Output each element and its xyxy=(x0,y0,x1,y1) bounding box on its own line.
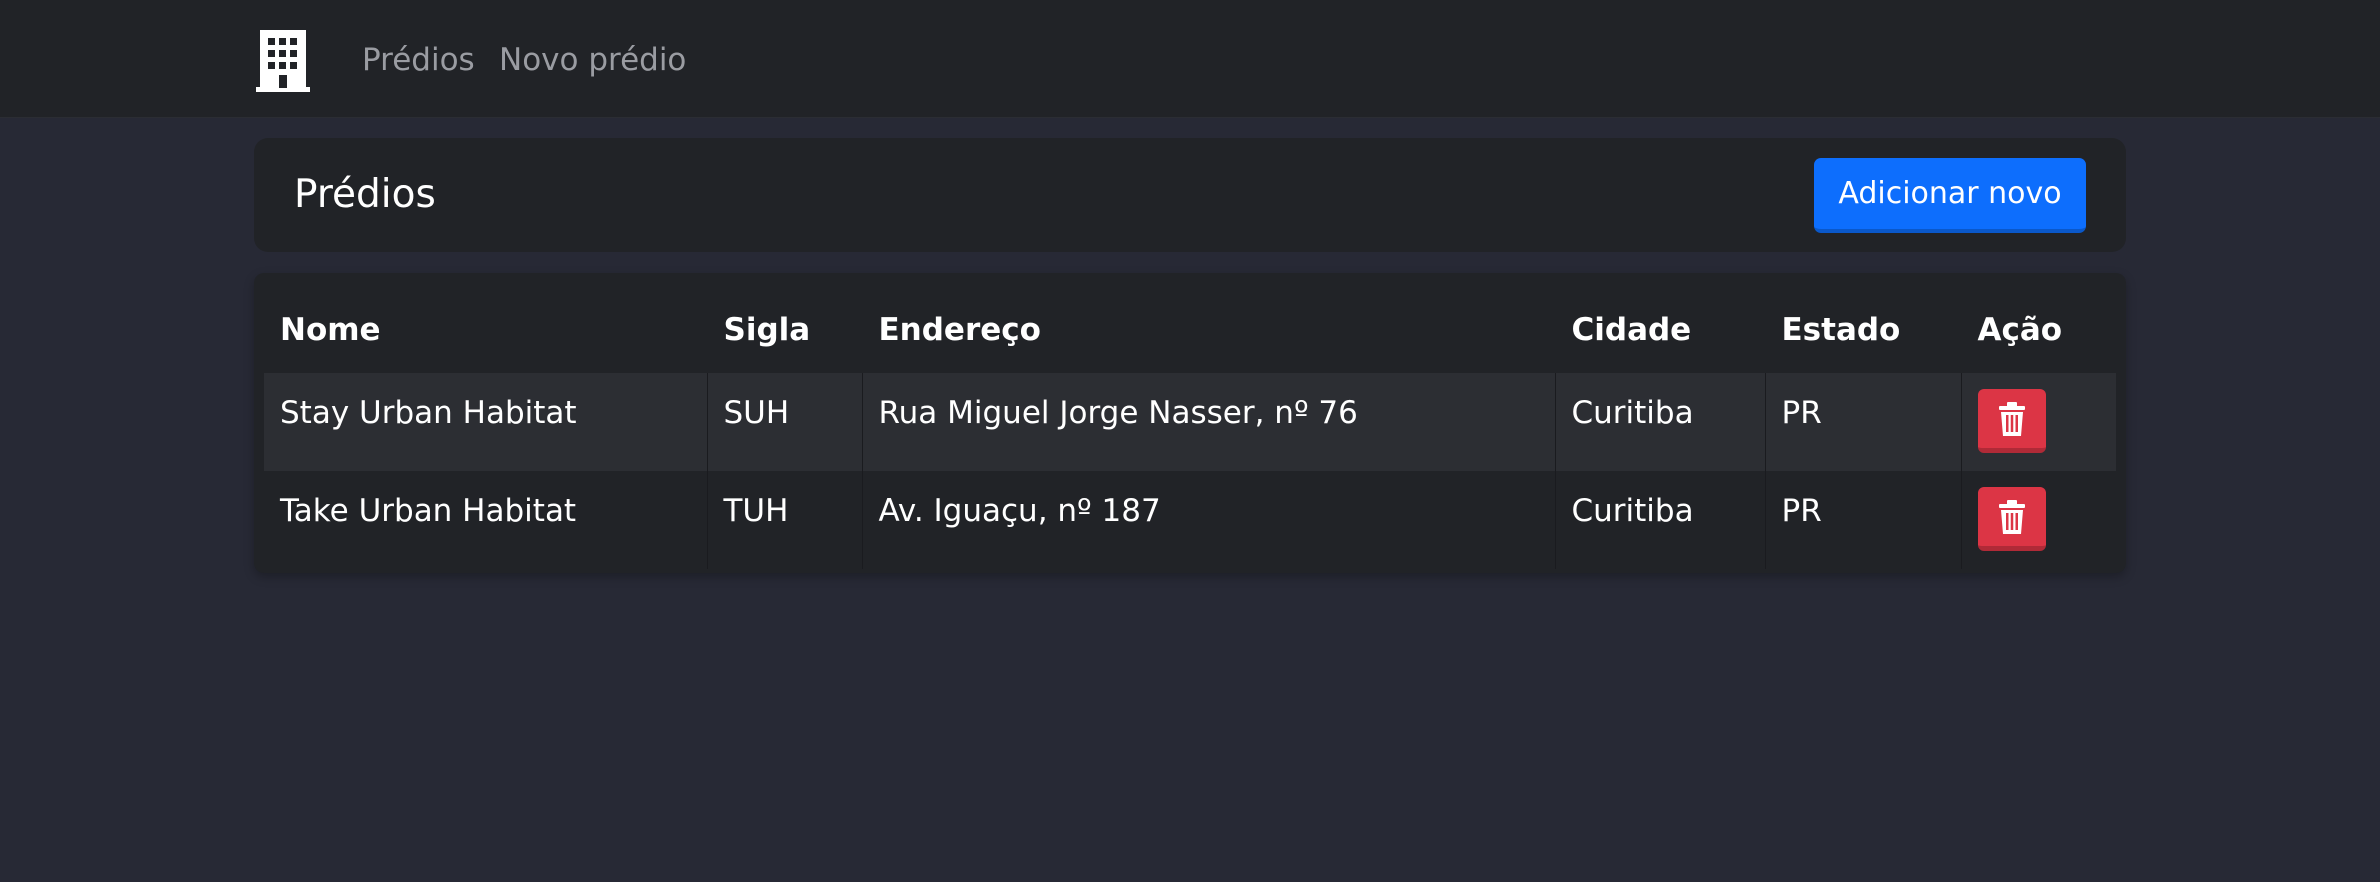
cell-estado: PR xyxy=(1765,471,1962,569)
column-header-cidade: Cidade xyxy=(1555,283,1766,373)
buildings-table: Nome Sigla Endereço Cidade Estado Ação S… xyxy=(264,283,2117,569)
column-header-estado: Estado xyxy=(1765,283,1962,373)
delete-button[interactable] xyxy=(1977,389,2046,453)
column-header-nome: Nome xyxy=(264,283,708,373)
building-icon[interactable] xyxy=(256,30,310,92)
buildings-table-card: Nome Sigla Endereço Cidade Estado Ação S… xyxy=(254,273,2126,573)
cell-acao xyxy=(1961,373,2116,471)
cell-estado: PR xyxy=(1765,373,1962,471)
cell-acao xyxy=(1961,471,2116,569)
column-header-sigla: Sigla xyxy=(707,283,863,373)
cell-nome: Stay Urban Habitat xyxy=(264,373,708,471)
cell-sigla: TUH xyxy=(707,471,863,569)
page-header-card: Prédios Adicionar novo xyxy=(254,138,2126,252)
trash-icon xyxy=(1998,499,2025,534)
table-row: Take Urban Habitat TUH Av. Iguaçu, nº 18… xyxy=(264,471,2116,569)
delete-button[interactable] xyxy=(1977,487,2046,551)
cell-cidade: Curitiba xyxy=(1555,373,1766,471)
add-new-button[interactable]: Adicionar novo xyxy=(1814,158,2086,233)
table-row: Stay Urban Habitat SUH Rua Miguel Jorge … xyxy=(264,373,2116,471)
page-title: Prédios xyxy=(294,172,436,217)
nav-link-novo-predio[interactable]: Novo prédio xyxy=(499,38,686,82)
column-header-acao: Ação xyxy=(1961,283,2117,373)
table-header-row: Nome Sigla Endereço Cidade Estado Ação xyxy=(264,283,2117,373)
cell-nome: Take Urban Habitat xyxy=(264,471,708,569)
cell-endereco: Rua Miguel Jorge Nasser, nº 76 xyxy=(862,373,1556,471)
cell-cidade: Curitiba xyxy=(1555,471,1766,569)
cell-sigla: SUH xyxy=(707,373,863,471)
column-header-endereco: Endereço xyxy=(862,283,1556,373)
nav-link-predios[interactable]: Prédios xyxy=(362,38,475,82)
cell-endereco: Av. Iguaçu, nº 187 xyxy=(862,471,1556,569)
navbar: Prédios Novo prédio xyxy=(0,0,2380,118)
trash-icon xyxy=(1998,401,2025,436)
